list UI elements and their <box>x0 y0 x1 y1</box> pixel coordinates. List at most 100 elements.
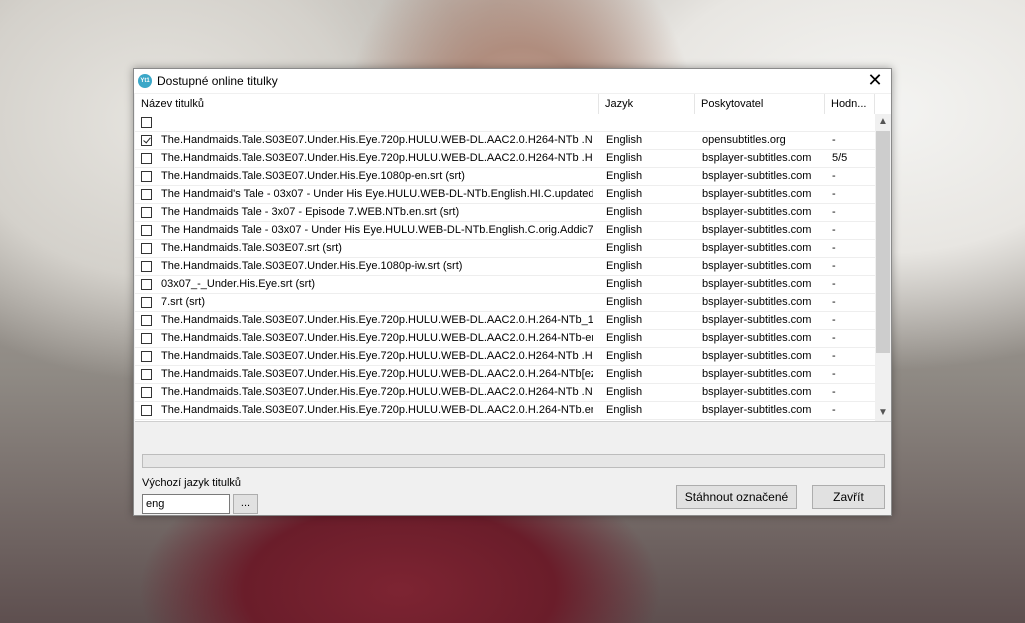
row-checkbox[interactable] <box>141 387 152 398</box>
browse-language-button[interactable]: ... <box>233 494 258 514</box>
select-all-row <box>135 114 875 132</box>
app-icon: Yt1 <box>138 74 152 88</box>
table-row[interactable]: The.Handmaids.Tale.S03E07.Under.His.Eye.… <box>135 348 875 366</box>
subtitle-language: English <box>606 206 643 218</box>
row-checkbox[interactable] <box>141 297 152 308</box>
subtitle-rating: - <box>832 188 836 200</box>
subtitle-provider: bsplayer-subtitles.com <box>702 224 812 236</box>
subtitle-provider: bsplayer-subtitles.com <box>702 332 812 344</box>
chevron-up-icon[interactable]: ▲ <box>875 114 891 130</box>
table-row[interactable]: The.Handmaids.Tale.S03E07.Under.His.Eye.… <box>135 132 875 150</box>
table-row[interactable]: The.Handmaids.Tale.S03E07.Under.His.Eye.… <box>135 150 875 168</box>
vertical-scrollbar[interactable]: ▲ ▼ <box>875 114 891 421</box>
row-checkbox[interactable] <box>141 279 152 290</box>
chevron-down-icon[interactable]: ▼ <box>875 405 891 421</box>
table-row[interactable]: The.Handmaids.Tale.S03E07.Under.His.Eye.… <box>135 330 875 348</box>
row-checkbox[interactable] <box>141 189 152 200</box>
table-row[interactable]: The Handmaids Tale - 3x07 - Episode 7.WE… <box>135 204 875 222</box>
subtitle-name: The.Handmaids.Tale.S03E07.Under.His.Eye.… <box>161 152 593 164</box>
row-checkbox[interactable] <box>141 405 152 416</box>
subtitle-language: English <box>606 386 643 398</box>
subtitle-language: English <box>606 332 643 344</box>
scroll-thumb[interactable] <box>876 131 890 353</box>
row-checkbox[interactable] <box>141 207 152 218</box>
subtitle-provider: bsplayer-subtitles.com <box>702 350 812 362</box>
subtitle-rating: - <box>832 242 836 254</box>
row-checkbox[interactable] <box>141 315 152 326</box>
row-checkbox[interactable] <box>141 171 152 182</box>
column-header-language[interactable]: Jazyk <box>599 94 695 114</box>
subtitle-language: English <box>606 134 643 146</box>
table-row[interactable]: 03x07_-_Under.His.Eye.srt (srt) English bs… <box>135 276 875 294</box>
row-checkbox[interactable] <box>141 225 152 236</box>
column-header-name[interactable]: Název titulků <box>135 94 599 114</box>
subtitle-provider: bsplayer-subtitles.com <box>702 152 812 164</box>
row-checkbox[interactable] <box>141 351 152 362</box>
subtitle-provider: bsplayer-subtitles.com <box>702 368 812 380</box>
row-checkbox[interactable] <box>141 153 152 164</box>
subtitle-name: The.Handmaids.Tale.S03E07.Under.His.Eye.… <box>161 314 593 326</box>
subtitle-name: The.Handmaids.Tale.S03E07.Under.His.Eye.… <box>161 350 593 362</box>
default-language-label: Výchozí jazyk titulků <box>142 477 242 489</box>
subtitle-name: The.Handmaids.Tale.S03E07.Under.His.Eye.… <box>161 404 593 416</box>
table-row[interactable]: The.Handmaids.Tale.S03E07.Under.His.Eye.… <box>135 402 875 420</box>
subtitle-name: The Handmaid's Tale - 03x07 - Under His … <box>161 188 593 200</box>
subtitle-rating: - <box>832 260 836 272</box>
subtitle-provider: bsplayer-subtitles.com <box>702 278 812 290</box>
subtitle-rating: - <box>832 170 836 182</box>
row-checkbox[interactable] <box>141 261 152 272</box>
subtitle-language: English <box>606 170 643 182</box>
download-selected-button[interactable]: Stáhnout označené <box>676 485 797 509</box>
select-all-checkbox[interactable] <box>141 117 152 128</box>
subtitle-provider: bsplayer-subtitles.com <box>702 188 812 200</box>
row-checkbox[interactable] <box>141 333 152 344</box>
window-title: Dostupné online titulky <box>157 74 278 88</box>
table-row[interactable]: The.Handmaids.Tale.S03E07.srt (srt) Engli… <box>135 240 875 258</box>
subtitle-language: English <box>606 152 643 164</box>
row-checkbox[interactable] <box>141 243 152 254</box>
subtitle-provider: bsplayer-subtitles.com <box>702 260 812 272</box>
subtitle-name: The.Handmaids.Tale.S03E07.Under.His.Eye.… <box>161 170 465 182</box>
column-header-provider[interactable]: Poskytovatel <box>695 94 825 114</box>
subtitles-list[interactable]: Název titulků Jazyk Poskytovatel Hodn...… <box>135 94 891 422</box>
default-language-input[interactable]: eng <box>142 494 230 514</box>
subtitle-name: The.Handmaids.Tale.S03E07.Under.His.Eye.… <box>161 332 593 344</box>
table-row[interactable]: The.Handmaids.Tale.S03E07.Under.His.Eye.… <box>135 258 875 276</box>
subtitle-name: The.Handmaids.Tale.S03E07.Under.His.Eye.… <box>161 386 593 398</box>
subtitle-provider: bsplayer-subtitles.com <box>702 404 812 416</box>
table-row[interactable]: 7.srt (srt) English bsplayer-subtitles.com… <box>135 294 875 312</box>
subtitle-provider: opensubtitles.org <box>702 134 786 146</box>
subtitle-language: English <box>606 404 643 416</box>
table-row[interactable]: The.Handmaids.Tale.S03E07.Under.His.Eye.… <box>135 312 875 330</box>
subtitle-name: 03x07_-_Under.His.Eye.srt (srt) <box>161 278 316 290</box>
subtitle-rating: - <box>832 134 836 146</box>
subtitle-provider: bsplayer-subtitles.com <box>702 314 812 326</box>
close-icon[interactable]: ✕ <box>859 69 891 93</box>
subtitle-rating: - <box>832 278 836 290</box>
list-rows: The.Handmaids.Tale.S03E07.Under.His.Eye.… <box>135 114 875 420</box>
row-checkbox[interactable] <box>141 369 152 380</box>
subtitle-language: English <box>606 368 643 380</box>
close-button[interactable]: Zavřít <box>812 485 885 509</box>
subtitle-rating: - <box>832 332 836 344</box>
subtitle-provider: bsplayer-subtitles.com <box>702 296 812 308</box>
table-row[interactable]: The.Handmaids.Tale.S03E07.Under.His.Eye.… <box>135 384 875 402</box>
title-bar[interactable]: Yt1 Dostupné online titulky ✕ <box>134 69 891 93</box>
subtitle-name: The Handmaids Tale - 03x07 - Under His E… <box>161 224 593 236</box>
subtitle-provider: bsplayer-subtitles.com <box>702 242 812 254</box>
table-row[interactable]: The.Handmaids.Tale.S03E07.Under.His.Eye.… <box>135 366 875 384</box>
subtitle-language: English <box>606 260 643 272</box>
table-row[interactable]: The Handmaids Tale - 03x07 - Under His E… <box>135 222 875 240</box>
subtitle-language: English <box>606 314 643 326</box>
row-checkbox[interactable] <box>141 135 152 146</box>
subtitle-name: The.Handmaids.Tale.S03E07.Under.His.Eye.… <box>161 134 593 146</box>
subtitle-rating: - <box>832 206 836 218</box>
subtitle-provider: bsplayer-subtitles.com <box>702 170 812 182</box>
table-row[interactable]: The.Handmaids.Tale.S03E07.Under.His.Eye.… <box>135 168 875 186</box>
subtitle-name: The Handmaids Tale - 3x07 - Episode 7.WE… <box>161 206 460 218</box>
table-row[interactable]: The Handmaid's Tale - 03x07 - Under His … <box>135 186 875 204</box>
column-header-rating[interactable]: Hodn... <box>825 94 875 114</box>
subtitle-language: English <box>606 350 643 362</box>
subtitle-name: The.Handmaids.Tale.S03E07.Under.His.Eye.… <box>161 368 593 380</box>
subtitle-name: 7.srt (srt) <box>161 296 205 308</box>
